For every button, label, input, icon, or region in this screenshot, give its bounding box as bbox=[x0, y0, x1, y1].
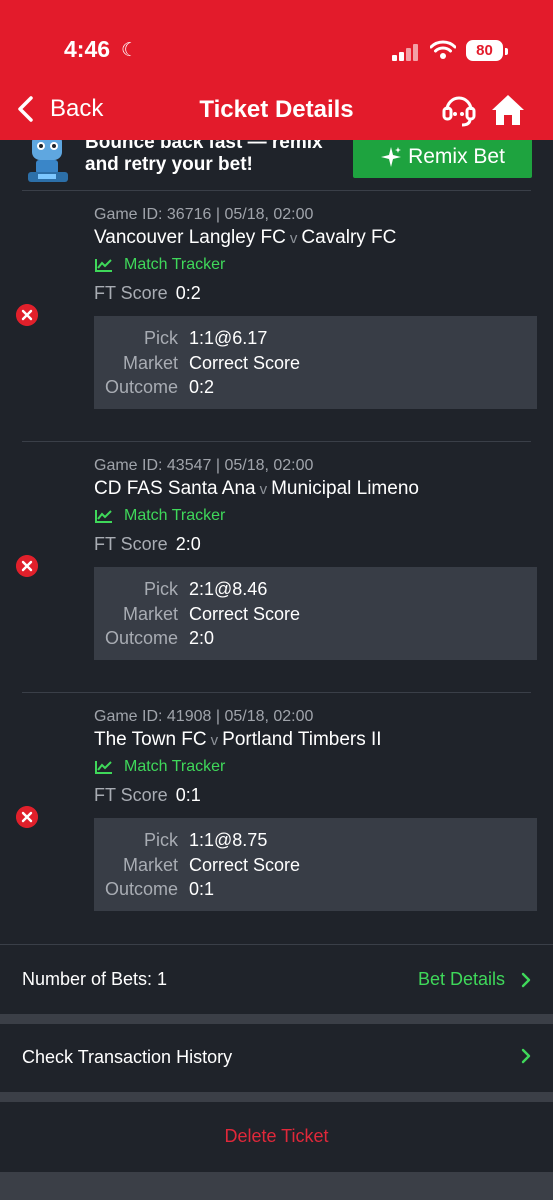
home-team: CD FAS Santa Ana bbox=[94, 478, 256, 499]
ft-score: FT Score 2:0 bbox=[94, 534, 201, 555]
match-teams: Vancouver Langley FC v Cavalry FC bbox=[94, 227, 396, 249]
outcome-value: 0:1 bbox=[189, 879, 215, 899]
pick-label: Pick bbox=[143, 328, 178, 348]
game-id: Game ID: 36716 | 05/18, 02:00 bbox=[94, 206, 314, 223]
outcome-label: Outcome bbox=[104, 628, 178, 648]
transaction-history-row[interactable]: Check Transaction History bbox=[0, 1024, 553, 1092]
moon-icon: ☾ bbox=[121, 40, 139, 61]
market-value: Correct Score bbox=[189, 855, 301, 875]
away-team: Cavalry FC bbox=[301, 227, 397, 248]
vs-label: v bbox=[289, 230, 298, 247]
pick-details: Pick 2:1@8.46 Market Correct Score Outco… bbox=[94, 567, 537, 660]
battery-icon: 80 bbox=[466, 40, 503, 61]
chart-line-icon bbox=[95, 761, 112, 774]
delete-ticket-row: Delete Ticket bbox=[0, 1102, 553, 1172]
chevron-right-icon bbox=[521, 1048, 531, 1064]
outcome-label: Outcome bbox=[104, 377, 178, 397]
outcome-value: 2:0 bbox=[189, 628, 215, 648]
ft-label: FT Score bbox=[94, 785, 168, 805]
game-card: Game ID: 43547 | 05/18, 02:00 CD FAS San… bbox=[0, 441, 553, 692]
pick-value: 1:1@6.17 bbox=[189, 328, 268, 348]
home-icon[interactable] bbox=[490, 92, 526, 128]
market-value: Correct Score bbox=[189, 353, 301, 373]
home-team: Vancouver Langley FC bbox=[94, 227, 286, 248]
game-card: Game ID: 36716 | 05/18, 02:00 Vancouver … bbox=[0, 190, 553, 441]
ft-label: FT Score bbox=[94, 534, 168, 554]
status-bar: 4:46 ☾ 80 bbox=[0, 34, 553, 68]
ft-score-value: 0:1 bbox=[175, 785, 201, 805]
sparkle-icon bbox=[381, 147, 402, 167]
outcome-label: Outcome bbox=[104, 879, 178, 899]
ft-score-value: 0:2 bbox=[175, 283, 201, 303]
lost-x-icon bbox=[16, 555, 38, 577]
market-label: Market bbox=[122, 353, 178, 373]
lost-x-icon bbox=[16, 806, 38, 828]
remix-bet-button[interactable]: Remix Bet bbox=[353, 136, 532, 178]
section-separator bbox=[0, 1014, 553, 1024]
vs-label: v bbox=[259, 481, 268, 498]
status-time: 4:46 bbox=[64, 36, 111, 62]
ft-label: FT Score bbox=[94, 283, 168, 303]
match-tracker-label: Match Tracker bbox=[124, 758, 226, 775]
match-teams: The Town FC v Portland Timbers II bbox=[94, 729, 382, 751]
signal-icon bbox=[392, 43, 422, 61]
delete-ticket-button[interactable]: Delete Ticket bbox=[0, 1126, 553, 1147]
match-teams: CD FAS Santa Ana v Municipal Limeno bbox=[94, 478, 419, 500]
number-of-bets-label: Number of Bets: 1 bbox=[22, 969, 168, 989]
away-team: Portland Timbers II bbox=[222, 729, 382, 750]
vs-label: v bbox=[210, 732, 219, 749]
chevron-right-icon bbox=[521, 972, 531, 987]
wifi-icon bbox=[430, 40, 456, 59]
market-value: Correct Score bbox=[189, 604, 301, 624]
ft-score: FT Score 0:1 bbox=[94, 785, 201, 806]
game-id: Game ID: 43547 | 05/18, 02:00 bbox=[94, 457, 314, 474]
top-bar: 4:46 ☾ 80 Back Ticket Details bbox=[0, 0, 553, 140]
chart-line-icon bbox=[95, 510, 112, 523]
home-team: The Town FC bbox=[94, 729, 207, 750]
mascot-icon bbox=[28, 134, 68, 182]
pick-details: Pick 1:1@6.17 Market Correct Score Outco… bbox=[94, 316, 537, 409]
market-label: Market bbox=[122, 855, 178, 875]
pick-value: 1:1@8.75 bbox=[189, 830, 268, 850]
game-id: Game ID: 41908 | 05/18, 02:00 bbox=[94, 708, 314, 725]
ft-score-value: 2:0 bbox=[175, 534, 201, 554]
match-tracker-link[interactable]: Match Tracker bbox=[94, 256, 225, 274]
outcome-value: 0:2 bbox=[189, 377, 215, 397]
match-tracker-link[interactable]: Match Tracker bbox=[94, 507, 225, 525]
match-tracker-label: Match Tracker bbox=[124, 507, 226, 524]
pick-details: Pick 1:1@8.75 Market Correct Score Outco… bbox=[94, 818, 537, 911]
away-team: Municipal Limeno bbox=[271, 478, 419, 499]
game-card: Game ID: 41908 | 05/18, 02:00 The Town F… bbox=[0, 692, 553, 943]
match-tracker-link[interactable]: Match Tracker bbox=[94, 758, 225, 776]
market-label: Market bbox=[122, 604, 178, 624]
chart-line-icon bbox=[95, 259, 112, 272]
bottom-strip bbox=[0, 1172, 553, 1200]
pick-label: Pick bbox=[143, 579, 178, 599]
battery-tip bbox=[505, 48, 508, 55]
support-headset-icon[interactable] bbox=[442, 92, 476, 128]
match-tracker-label: Match Tracker bbox=[124, 256, 226, 273]
pick-value: 2:1@8.46 bbox=[189, 579, 268, 599]
number-of-bets-row: Number of Bets: 1 Bet Details bbox=[0, 944, 553, 1014]
section-separator bbox=[0, 1092, 553, 1102]
ft-score: FT Score 0:2 bbox=[94, 283, 201, 304]
pick-label: Pick bbox=[143, 830, 178, 850]
lost-x-icon bbox=[16, 304, 38, 326]
transaction-history-label: Check Transaction History bbox=[22, 1047, 233, 1067]
battery-level: 80 bbox=[476, 42, 493, 59]
remix-bet-label: Remix Bet bbox=[408, 145, 505, 168]
bet-details-label: Bet Details bbox=[417, 969, 505, 989]
bet-details-link[interactable]: Bet Details bbox=[418, 969, 531, 990]
